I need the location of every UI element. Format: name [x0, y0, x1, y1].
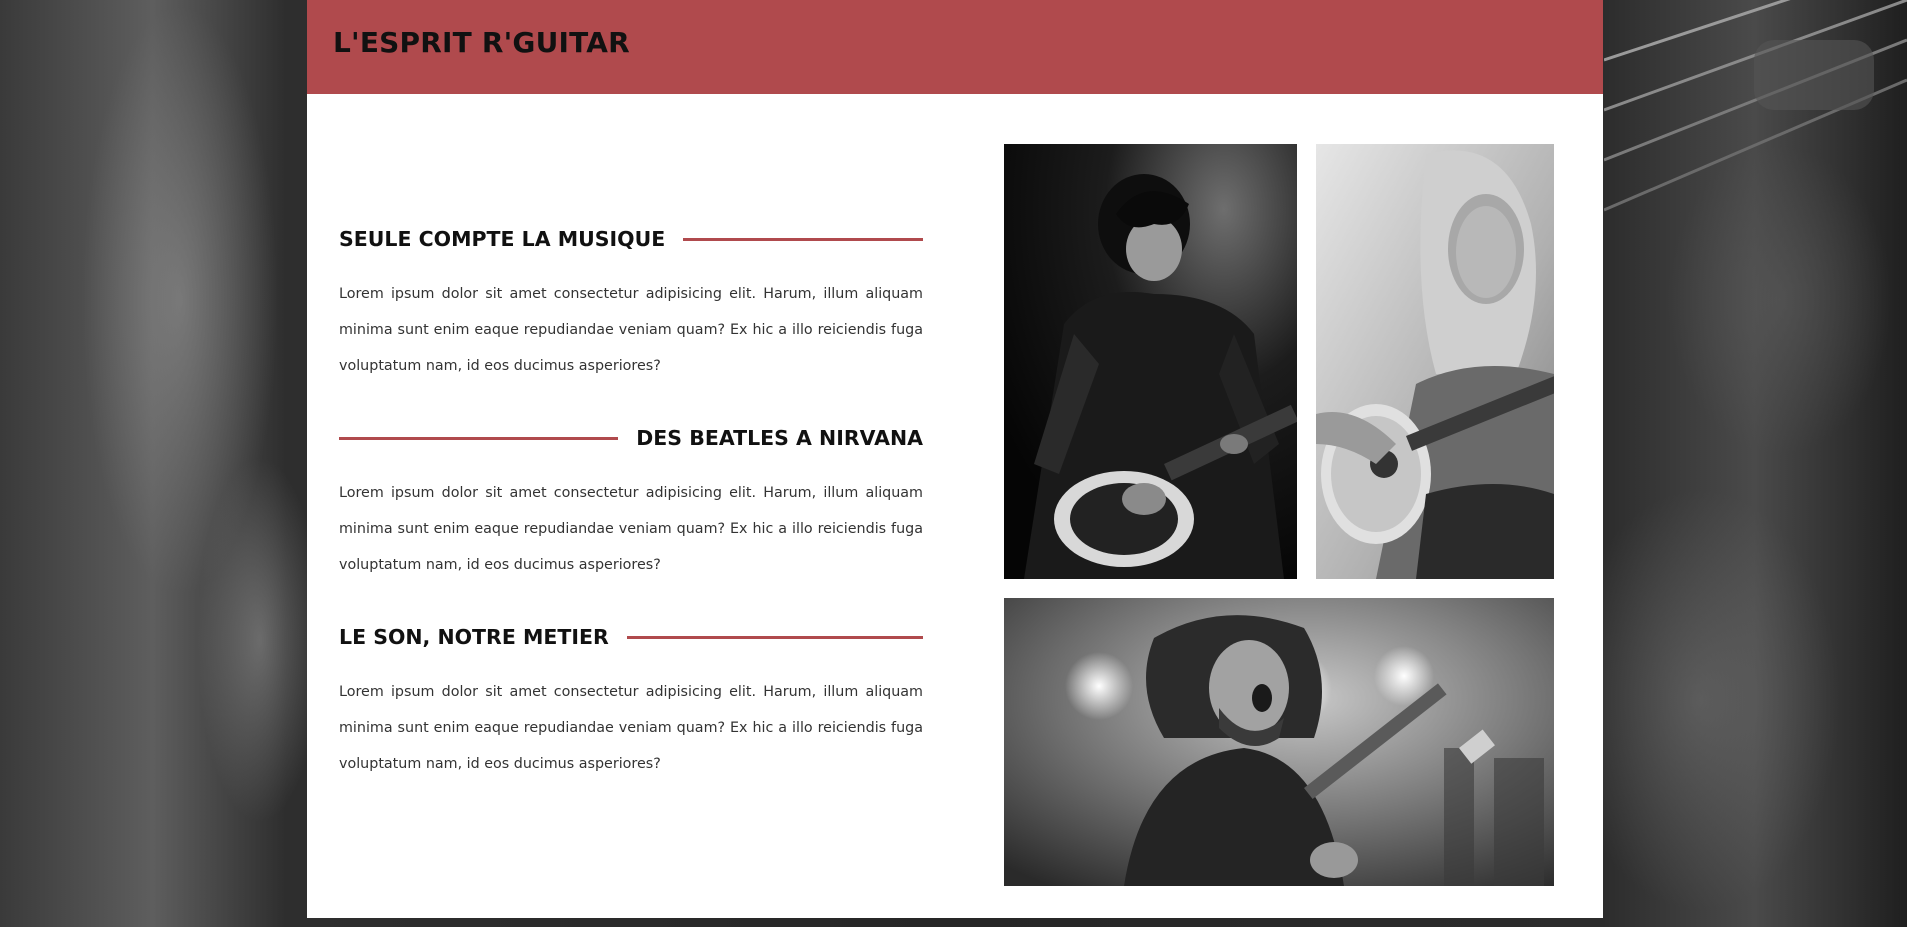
section-heading: SEULE COMPTE LA MUSIQUE: [339, 224, 923, 254]
section-divider: [683, 237, 923, 241]
rock-singer-photo: [1004, 598, 1554, 886]
section-title: LE SON, NOTRE METIER: [339, 625, 609, 649]
section-title: DES BEATLES A NIRVANA: [636, 426, 923, 450]
section-text: Lorem ipsum dolor sit amet consectetur a…: [339, 684, 923, 772]
background-strings-image: [1604, 0, 1907, 212]
section-text: Lorem ipsum dolor sit amet consectetur a…: [339, 485, 923, 573]
content-card: L'ESPRIT R'GUITAR SEULE COMPTE LA MUSIQU…: [307, 0, 1603, 918]
section-heading: DES BEATLES A NIRVANA: [339, 423, 923, 453]
site-header: L'ESPRIT R'GUITAR: [307, 0, 1603, 94]
section-sound: LE SON, NOTRE METIER Lorem ipsum dolor s…: [339, 622, 923, 782]
section-text: Lorem ipsum dolor sit amet consectetur a…: [339, 286, 923, 374]
section-divider: [339, 436, 619, 440]
site-title: L'ESPRIT R'GUITAR: [333, 26, 630, 59]
section-divider: [626, 635, 923, 639]
acoustic-guitarist-photo: [1316, 144, 1554, 579]
section-beatles: DES BEATLES A NIRVANA Lorem ipsum dolor …: [339, 423, 923, 583]
section-heading: LE SON, NOTRE METIER: [339, 622, 923, 652]
guitarist-photo: [1004, 144, 1297, 579]
section-music: SEULE COMPTE LA MUSIQUE Lorem ipsum dolo…: [339, 224, 923, 384]
section-title: SEULE COMPTE LA MUSIQUE: [339, 227, 666, 251]
